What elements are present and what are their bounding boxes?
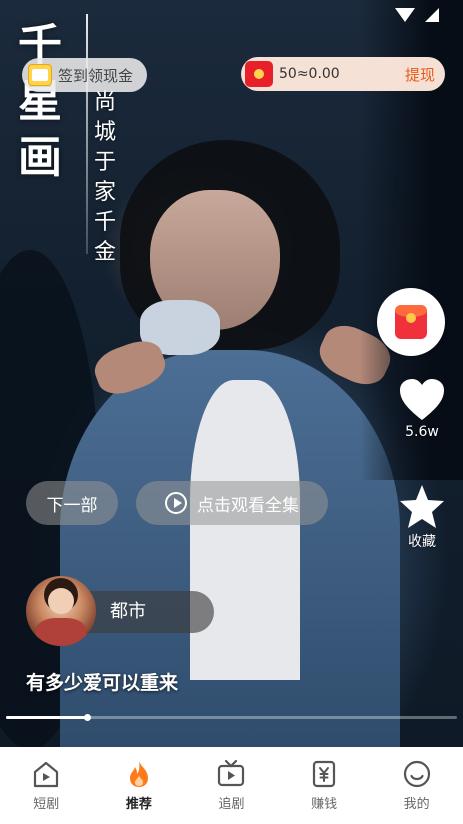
video-progress-fill	[6, 716, 88, 719]
show-logo: 千星画 尚城于家千金	[14, 14, 134, 265]
play-circle-icon	[165, 492, 187, 514]
red-packet-icon	[245, 61, 273, 87]
tv-icon	[218, 759, 245, 787]
red-envelope-icon	[395, 305, 427, 339]
tab-mine-label: 我的	[403, 797, 430, 812]
show-logo-title: 千星画	[18, 20, 62, 183]
show-logo-subtitle: 尚城于家千金	[94, 90, 117, 265]
favorite-label: 收藏	[408, 534, 436, 550]
home-play-icon	[34, 761, 59, 788]
withdraw-button[interactable]: 提现	[405, 64, 435, 85]
show-logo-divider	[86, 14, 88, 254]
tab-follow[interactable]: 追剧	[185, 747, 278, 824]
tab-earn-label: 赚钱	[311, 797, 338, 812]
signin-cash-button[interactable]: 签到领现金	[22, 58, 148, 92]
cash-amount: 50≈0.00	[279, 66, 340, 82]
smile-icon	[403, 760, 430, 788]
like-count: 5.6w	[405, 424, 439, 440]
red-envelope-button[interactable]	[377, 288, 445, 356]
tab-follow-label: 追剧	[218, 797, 245, 812]
tab-recommend[interactable]: 推荐	[93, 747, 186, 824]
favorite-button[interactable]: 收藏	[392, 483, 452, 551]
bottom-tab-bar: 短剧 推荐 追剧 赚钱 我的	[0, 747, 463, 824]
cash-balance-bar[interactable]: 50≈0.00 提现	[241, 57, 445, 91]
signin-label: 签到领现金	[58, 66, 134, 85]
like-button[interactable]: 5.6w	[392, 378, 452, 440]
tab-short-drama[interactable]: 短剧	[0, 747, 93, 824]
calendar-icon	[28, 64, 52, 86]
signal-icon	[425, 8, 439, 22]
avatar[interactable]	[26, 576, 96, 646]
watch-all-button[interactable]: 点击观看全集	[136, 481, 328, 525]
video-figure-shirt	[190, 380, 300, 680]
yuan-wallet-icon	[312, 760, 336, 788]
flame-icon	[129, 761, 148, 787]
video-progress-bar[interactable]	[6, 714, 457, 721]
watch-all-label: 点击观看全集	[197, 495, 299, 516]
tab-recommend-label: 推荐	[125, 797, 152, 812]
heart-icon	[400, 379, 444, 420]
status-bar-icons	[395, 6, 439, 24]
tab-short-drama-label: 短剧	[33, 797, 60, 812]
wifi-icon	[395, 8, 415, 22]
next-drama-label: 下一部	[46, 495, 98, 516]
next-drama-button[interactable]: 下一部	[26, 481, 118, 525]
episode-title: 有多少爱可以重来	[26, 672, 179, 694]
star-icon	[400, 485, 444, 528]
tab-earn[interactable]: 赚钱	[278, 747, 371, 824]
tab-mine[interactable]: 我的	[370, 747, 463, 824]
